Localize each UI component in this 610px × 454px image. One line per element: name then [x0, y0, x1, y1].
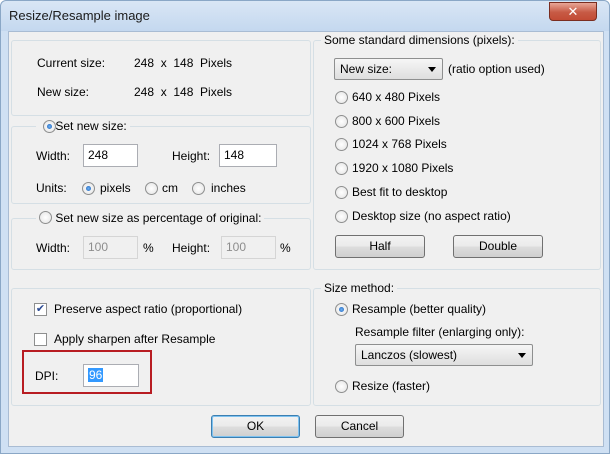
pct-height-unit: % [280, 241, 291, 255]
unit-pixels-radio[interactable] [82, 182, 95, 195]
pct-width-input[interactable]: 100 [83, 236, 138, 259]
dim-1024-label: 1024 x 768 Pixels [352, 137, 447, 151]
dialog-window: Resize/Resample image ✕ Current size: 24… [0, 0, 610, 454]
size-method-group: Size method: Resample (better quality) R… [313, 281, 601, 406]
dim-1024-radio[interactable] [335, 138, 348, 151]
units-label: Units: [36, 181, 67, 195]
title-bar[interactable]: Resize/Resample image ✕ [1, 1, 609, 31]
set-new-size-header[interactable]: Set new size: [36, 119, 130, 133]
unit-pixels-label: pixels [100, 181, 131, 195]
sharpen-label: Apply sharpen after Resample [54, 332, 216, 346]
preserve-aspect-checkbox[interactable]: ✔ [34, 303, 47, 316]
resample-label: Resample (better quality) [352, 302, 487, 316]
ratio-option-note: (ratio option used) [448, 62, 545, 76]
resize-radio[interactable] [335, 380, 348, 393]
close-icon: ✕ [567, 4, 579, 19]
pct-width-unit: % [143, 241, 154, 255]
double-button[interactable]: Double [453, 235, 543, 258]
best-fit-label: Best fit to desktop [352, 185, 448, 199]
ok-button[interactable]: OK [211, 415, 300, 438]
resample-filter-label: Resample filter (enlarging only): [355, 325, 525, 339]
pct-width-label: Width: [36, 241, 71, 255]
set-new-size-label: Set new size: [55, 119, 127, 133]
current-size-label: Current size: [37, 56, 106, 70]
height-input[interactable]: 148 [219, 144, 277, 167]
size-info-group: Current size: 248 x 148 Pixels New size:… [11, 40, 311, 116]
half-button[interactable]: Half [335, 235, 425, 258]
percentage-header[interactable]: Set new size as percentage of original: [36, 211, 265, 225]
resample-radio[interactable] [335, 303, 348, 316]
dim-800-label: 800 x 600 Pixels [352, 114, 441, 128]
dpi-highlight-box [22, 350, 152, 394]
standard-dimensions-group: Some standard dimensions (pixels): New s… [313, 33, 601, 270]
dim-640-label: 640 x 480 Pixels [352, 90, 441, 104]
set-new-size-radio[interactable] [43, 120, 56, 133]
dim-1920-radio[interactable] [335, 162, 348, 175]
window-title: Resize/Resample image [9, 8, 150, 23]
desktop-size-radio[interactable] [335, 210, 348, 223]
percentage-radio[interactable] [39, 211, 52, 224]
percentage-group: Set new size as percentage of original: … [11, 211, 311, 270]
new-size-dropdown-value: New size: [340, 62, 393, 76]
unit-inches-label: inches [211, 181, 246, 195]
new-size-dropdown[interactable]: New size: [334, 58, 443, 80]
dim-640-radio[interactable] [335, 91, 348, 104]
chevron-down-icon [518, 353, 526, 358]
new-size-label: New size: [37, 85, 90, 99]
dim-1920-label: 1920 x 1080 Pixels [352, 161, 454, 175]
cancel-button[interactable]: Cancel [315, 415, 404, 438]
width-input[interactable]: 248 [83, 144, 138, 167]
percentage-label: Set new size as percentage of original: [55, 211, 262, 225]
set-new-size-group: Set new size: Width: 248 Height: 148 Uni… [11, 119, 311, 204]
close-button[interactable]: ✕ [549, 2, 597, 21]
pct-height-input[interactable]: 100 [221, 236, 276, 259]
preserve-aspect-label: Preserve aspect ratio (proportional) [54, 302, 243, 316]
best-fit-radio[interactable] [335, 186, 348, 199]
resample-filter-value: Lanczos (slowest) [361, 348, 458, 362]
new-size-value: 248 x 148 Pixels [134, 85, 233, 99]
unit-cm-radio[interactable] [145, 182, 158, 195]
unit-cm-label: cm [162, 181, 178, 195]
desktop-size-label: Desktop size (no aspect ratio) [352, 209, 511, 223]
height-label: Height: [172, 149, 211, 163]
unit-inches-radio[interactable] [192, 182, 205, 195]
size-method-title: Size method: [321, 281, 398, 295]
standard-dimensions-title: Some standard dimensions (pixels): [321, 33, 518, 47]
width-label: Width: [36, 149, 71, 163]
dim-800-radio[interactable] [335, 115, 348, 128]
dialog-body: Current size: 248 x 148 Pixels New size:… [8, 31, 604, 447]
resize-label: Resize (faster) [352, 379, 431, 393]
chevron-down-icon [428, 67, 436, 72]
pct-height-label: Height: [172, 241, 211, 255]
current-size-value: 248 x 148 Pixels [134, 56, 233, 70]
sharpen-checkbox[interactable] [34, 333, 47, 346]
resample-filter-dropdown[interactable]: Lanczos (slowest) [355, 344, 533, 366]
